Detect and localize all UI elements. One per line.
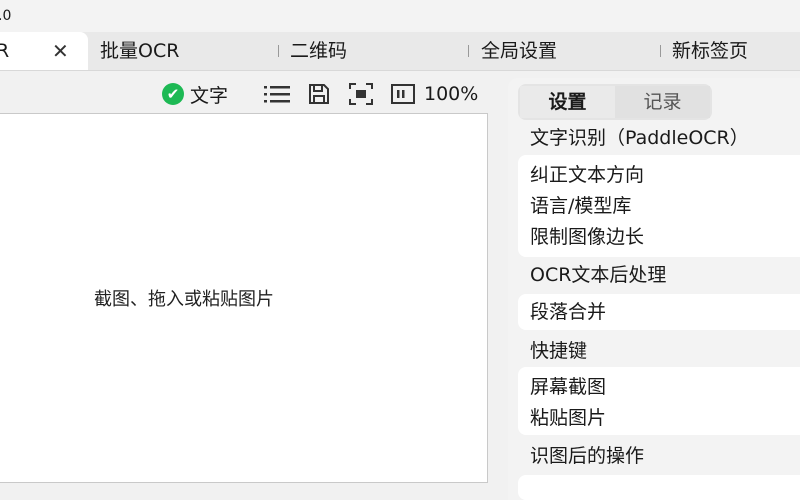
tab-global-settings[interactable]: 全局设置 xyxy=(481,32,557,70)
setting-item-fix-orientation[interactable]: 纠正文本方向 xyxy=(530,161,644,189)
window-title: .0 xyxy=(0,8,12,24)
tab-divider xyxy=(660,45,661,57)
text-mode-toggle[interactable]: ✔ 文字 xyxy=(162,80,228,108)
tab-label: R xyxy=(0,40,10,62)
setting-item-screenshot[interactable]: 屏幕截图 xyxy=(530,373,606,401)
check-icon: ✔ xyxy=(162,83,184,105)
section-title-after-ocr: 识图后的操作 xyxy=(530,445,645,467)
setting-item-language-model[interactable]: 语言/模型库 xyxy=(530,192,631,220)
tab-bar: R ✕ 批量OCR 二维码 全局设置 新标签页 xyxy=(0,32,800,71)
setting-item-limit-size[interactable]: 限制图像边长 xyxy=(530,223,644,251)
section-title-hotkeys: 快捷键 xyxy=(530,340,588,362)
tab-batch-ocr[interactable]: 批量OCR xyxy=(100,32,179,70)
setting-item-paragraph-merge[interactable]: 段落合并 xyxy=(530,298,606,326)
close-icon[interactable]: ✕ xyxy=(52,32,69,70)
panel-tab-switch: 设置 记录 xyxy=(518,84,712,120)
tab-label: 新标签页 xyxy=(672,40,749,62)
tab-ocr[interactable]: R ✕ xyxy=(0,32,88,70)
tab-label: 二维码 xyxy=(290,40,348,62)
tab-divider xyxy=(278,45,279,57)
screenshot-icon[interactable] xyxy=(349,80,373,108)
image-drop-area[interactable]: 截图、拖入或粘贴图片 xyxy=(0,113,488,483)
setting-item-paste[interactable]: 粘贴图片 xyxy=(530,404,606,432)
tab-qrcode[interactable]: 二维码 xyxy=(290,32,347,70)
zoom-level: 100% xyxy=(424,83,479,105)
tab-history[interactable]: 记录 xyxy=(615,86,710,118)
tab-label: 批量OCR xyxy=(100,40,180,62)
list-icon[interactable] xyxy=(264,80,290,108)
title-bar: .0 xyxy=(0,0,800,32)
save-icon[interactable] xyxy=(308,80,330,108)
drop-placeholder: 截图、拖入或粘贴图片 xyxy=(94,289,274,310)
tab-new[interactable]: 新标签页 xyxy=(672,32,748,70)
tab-label: 全局设置 xyxy=(481,40,558,62)
zoom-icon[interactable] xyxy=(391,80,415,108)
settings-group xyxy=(518,475,800,500)
section-title-ocr: 文字识别（PaddleOCR） xyxy=(530,127,749,149)
section-title-postprocess: OCR文本后处理 xyxy=(530,264,667,286)
mode-label: 文字 xyxy=(190,84,229,107)
tab-divider xyxy=(468,45,469,57)
tab-settings[interactable]: 设置 xyxy=(520,86,615,118)
